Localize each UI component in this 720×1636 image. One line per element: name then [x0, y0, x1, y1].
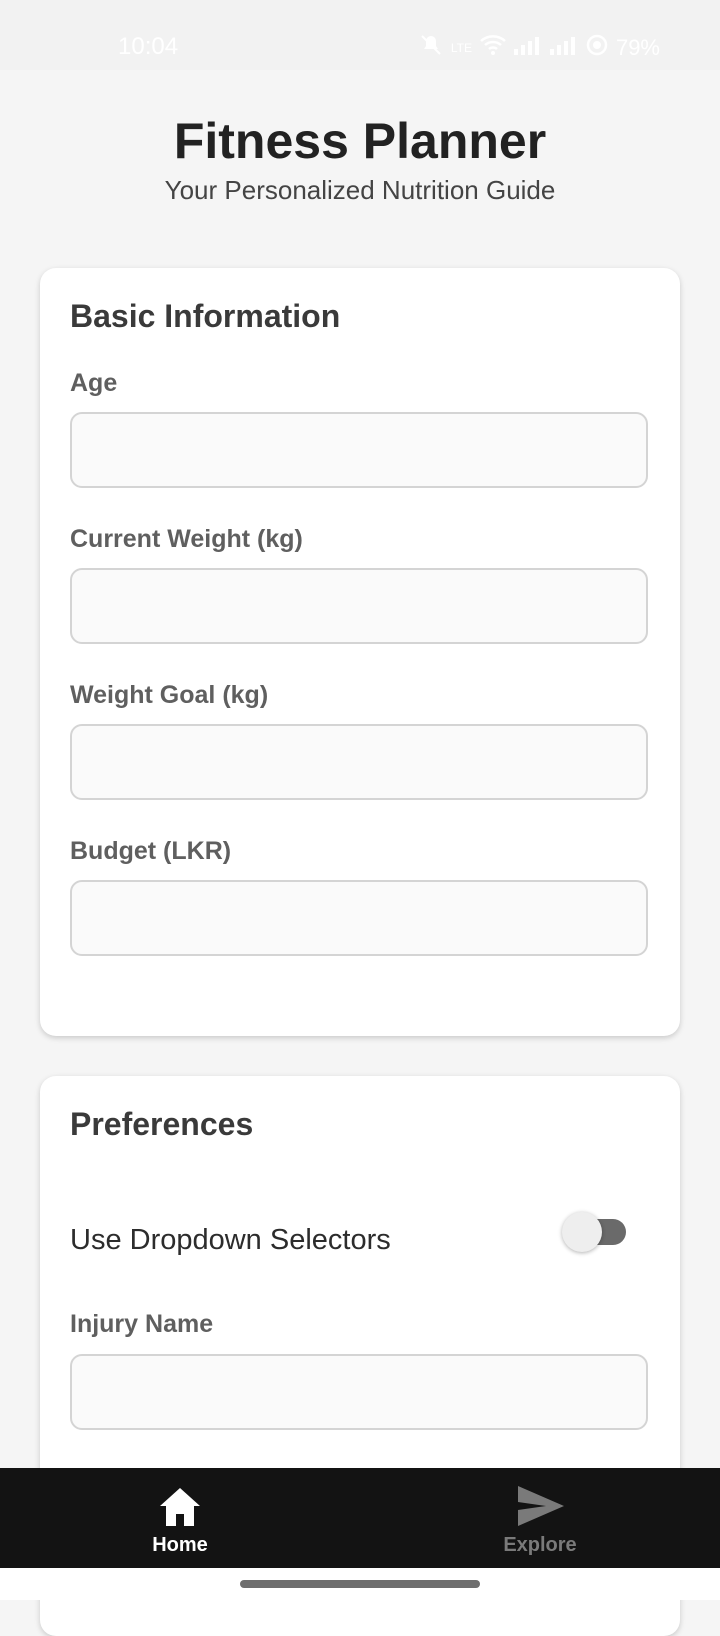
budget-input[interactable] [70, 880, 648, 956]
basic-information-card: Basic Information Age Current Weight (kg… [40, 268, 680, 1036]
page-title: Fitness Planner [173, 113, 547, 169]
status-time: 10:04 [118, 33, 179, 60]
basic-information-title: Basic Information [70, 298, 341, 334]
bottom-navigation: Home Explore [0, 1468, 720, 1568]
injury-name-input[interactable] [70, 1354, 648, 1430]
page-header: Fitness Planner Your Personalized Nutrit… [0, 110, 720, 206]
dropdown-selectors-toggle[interactable] [562, 1212, 628, 1252]
send-icon [516, 1484, 564, 1532]
weight-goal-label: Weight Goal (kg) [70, 681, 269, 709]
nav-home[interactable]: Home [80, 1468, 280, 1568]
weight-goal-input[interactable] [70, 724, 648, 800]
age-label: Age [70, 369, 118, 397]
mute-icon [419, 33, 443, 63]
gesture-area [0, 1568, 720, 1600]
status-bar: 10:04 LTE 79% [0, 0, 720, 70]
nav-home-label: Home [152, 1534, 208, 1556]
injury-name-label: Injury Name [70, 1310, 214, 1338]
signal-icon-2 [549, 35, 578, 61]
nav-explore[interactable]: Explore [440, 1468, 640, 1568]
dropdown-selectors-label: Use Dropdown Selectors [70, 1224, 391, 1256]
budget-label: Budget (LKR) [70, 837, 232, 865]
battery-percent: 79% [615, 35, 660, 60]
wifi-icon [480, 34, 506, 62]
age-input[interactable] [70, 412, 648, 488]
signal-icon [513, 35, 542, 61]
current-weight-input[interactable] [70, 568, 648, 644]
current-weight-label: Current Weight (kg) [70, 525, 303, 553]
nav-explore-label: Explore [503, 1534, 577, 1556]
home-icon [156, 1484, 204, 1532]
status-icons: LTE 79% [419, 33, 660, 63]
battery-icon [586, 34, 608, 62]
gesture-handle[interactable] [240, 1580, 480, 1588]
toggle-thumb [562, 1212, 602, 1252]
network-type: LTE [450, 41, 472, 55]
preferences-title: Preferences [70, 1106, 254, 1142]
page-subtitle: Your Personalized Nutrition Guide [164, 174, 556, 205]
